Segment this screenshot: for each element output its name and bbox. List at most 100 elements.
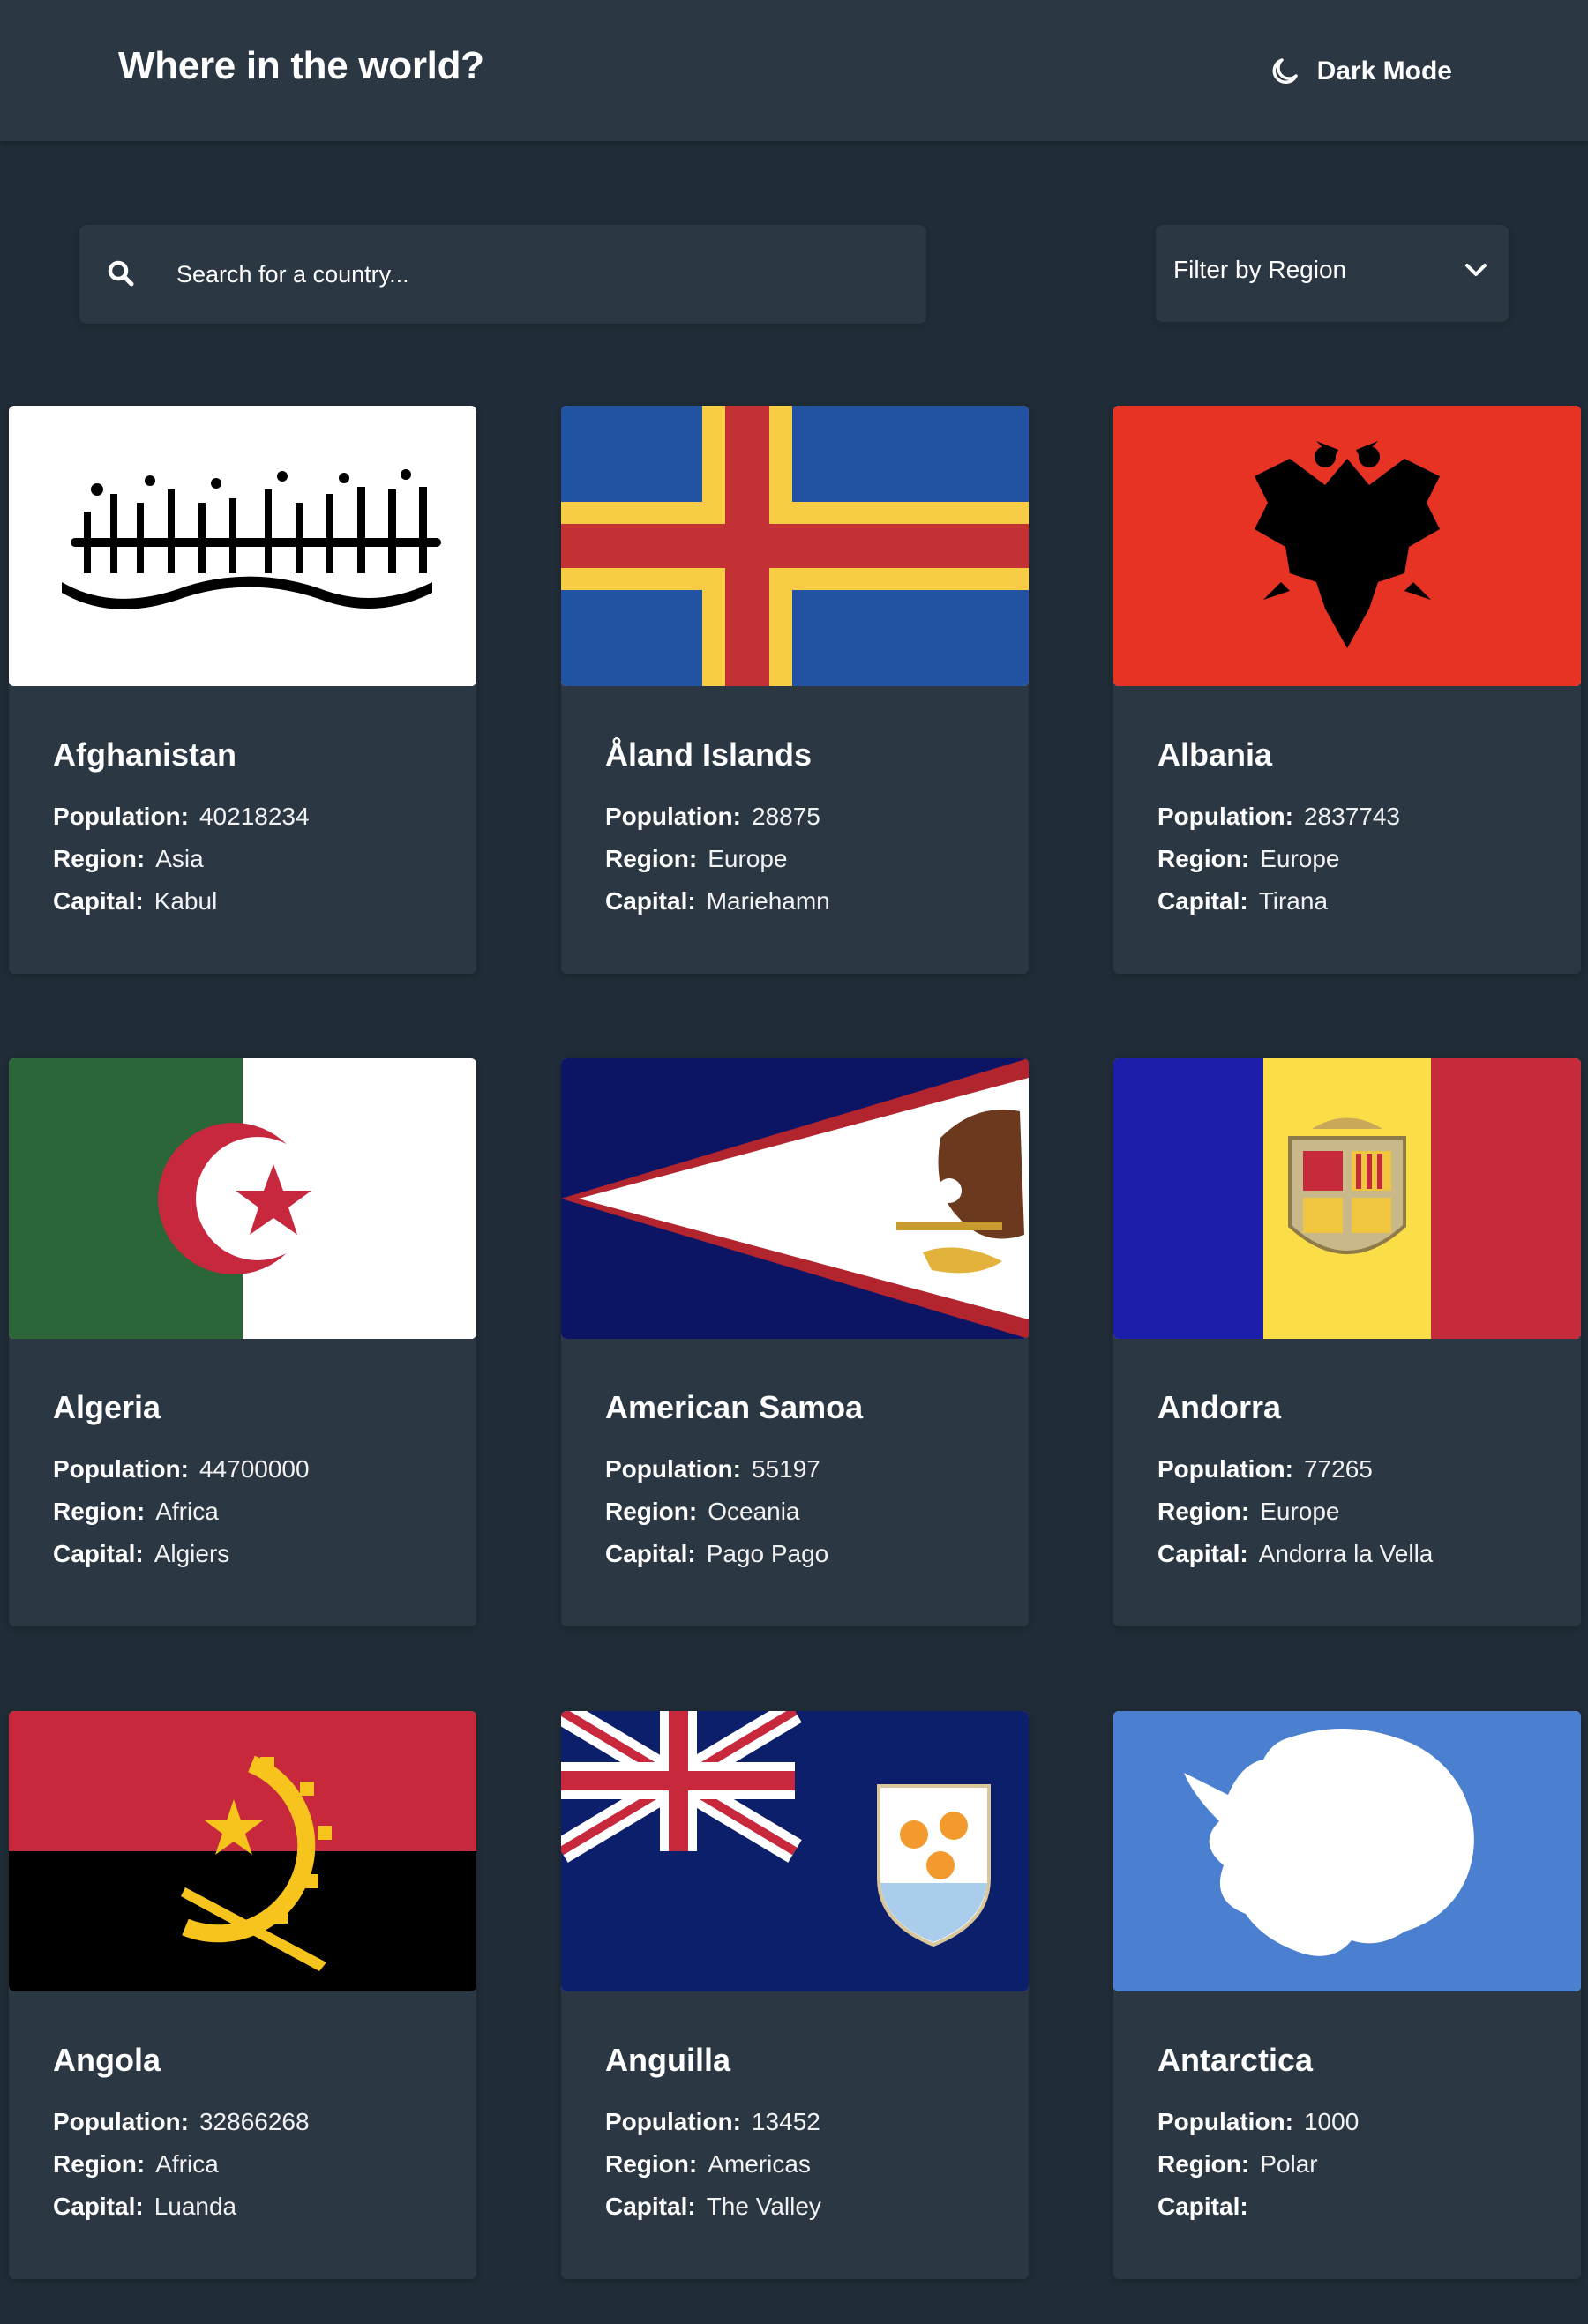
capital-row: Capital: <box>1157 2193 1259 2221</box>
population-row: Population: 28875 <box>605 803 820 831</box>
capital-label: Capital: <box>605 887 696 915</box>
capital-value: Algiers <box>154 1540 230 1567</box>
population-row: Population: 1000 <box>1157 2108 1359 2136</box>
country-card[interactable]: Albania Population: 2837743 Region: Europe… <box>1113 406 1581 974</box>
population-label: Population: <box>1157 2108 1293 2135</box>
country-card[interactable]: Angola Population: 32866268 Region: Africa… <box>9 1711 476 2279</box>
capital-row: Capital: Luanda <box>53 2193 236 2221</box>
flag-algeria <box>9 1058 476 1339</box>
population-row: Population: 55197 <box>605 1455 820 1483</box>
region-row: Region: Europe <box>1157 845 1340 873</box>
population-value: 1000 <box>1303 2108 1360 2135</box>
region-row: Region: Oceania <box>605 1498 800 1526</box>
capital-row: Capital: Andorra la Vella <box>1157 1540 1433 1568</box>
capital-value: Andorra la Vella <box>1258 1540 1434 1567</box>
country-card[interactable]: Åland Islands Population: 28875 Region: Eu… <box>561 406 1029 974</box>
population-value: 2837743 <box>1303 803 1400 830</box>
country-card[interactable]: Antarctica Population: 1000 Region: Polar … <box>1113 1711 1581 2279</box>
capital-row: Capital: Tirana <box>1157 887 1328 915</box>
region-row: Region: Africa <box>53 2150 219 2178</box>
country-name: Antarctica <box>1157 2042 1314 2078</box>
country-card[interactable]: Algeria Population: 44700000 Region: Afric… <box>9 1058 476 1626</box>
dark-mode-toggle[interactable]: Dark Mode <box>1271 51 1452 92</box>
country-name: Albania <box>1157 736 1273 773</box>
region-value: Europe <box>1260 1498 1340 1525</box>
country-name: Algeria <box>53 1389 161 1425</box>
population-label: Population: <box>605 803 741 830</box>
capital-value: Mariehamn <box>706 887 830 915</box>
region-label: Region: <box>53 2150 146 2178</box>
population-value: 77265 <box>1303 1455 1373 1483</box>
capital-label: Capital: <box>1157 887 1248 915</box>
capital-label: Capital: <box>605 1540 696 1567</box>
capital-value: The Valley <box>706 2193 821 2220</box>
region-label: Region: <box>605 1498 698 1525</box>
population-value: 44700000 <box>198 1455 310 1483</box>
capital-row: Capital: Kabul <box>53 887 217 915</box>
country-name: Åland Islands <box>605 736 813 773</box>
country-card[interactable]: Andorra Population: 77265 Region: Europe C… <box>1113 1058 1581 1626</box>
region-label: Region: <box>53 845 146 872</box>
region-value: Americas <box>708 2150 811 2178</box>
flag-antarctica <box>1113 1711 1581 1991</box>
capital-value: Kabul <box>154 887 218 915</box>
capital-label: Capital: <box>1157 2193 1248 2220</box>
population-value: 28875 <box>751 803 820 830</box>
capital-label: Capital: <box>53 887 144 915</box>
region-row: Region: Americas <box>605 2150 811 2178</box>
search-icon <box>106 258 136 293</box>
capital-label: Capital: <box>53 1540 144 1567</box>
region-label: Region: <box>1157 2150 1250 2178</box>
country-card[interactable]: American Samoa Population: 55197 Region: O… <box>561 1058 1029 1626</box>
country-card[interactable]: Anguilla Population: 13452 Region: America… <box>561 1711 1029 2279</box>
region-value: Europe <box>1260 845 1340 872</box>
flag-aland-islands <box>561 406 1029 686</box>
country-name: American Samoa <box>605 1389 864 1425</box>
flag-angola <box>9 1711 476 1991</box>
region-value: Asia <box>155 845 204 872</box>
region-label: Region: <box>605 845 698 872</box>
capital-row: Capital: Mariehamn <box>605 887 830 915</box>
capital-value: Luanda <box>154 2193 237 2220</box>
search-input[interactable] <box>176 225 882 324</box>
region-filter-select[interactable]: Filter by Region <box>1156 225 1509 322</box>
region-value: Polar <box>1260 2150 1318 2178</box>
population-value: 55197 <box>751 1455 820 1483</box>
capital-row: Capital: The Valley <box>605 2193 821 2221</box>
flag-albania <box>1113 406 1581 686</box>
population-label: Population: <box>1157 1455 1293 1483</box>
country-name: Angola <box>53 2042 161 2078</box>
population-label: Population: <box>1157 803 1293 830</box>
capital-label: Capital: <box>53 2193 144 2220</box>
capital-label: Capital: <box>605 2193 696 2220</box>
population-row: Population: 2837743 <box>1157 803 1400 831</box>
population-row: Population: 77265 <box>1157 1455 1373 1483</box>
capital-row: Capital: Pago Pago <box>605 1540 828 1568</box>
population-value: 32866268 <box>198 2108 310 2135</box>
region-value: Oceania <box>708 1498 800 1525</box>
search-box <box>79 225 926 324</box>
moon-icon <box>1271 58 1298 85</box>
flag-andorra <box>1113 1058 1581 1339</box>
capital-value: Tirana <box>1258 887 1329 915</box>
filter-label: Filter by Region <box>1173 256 1347 283</box>
population-value: 13452 <box>751 2108 820 2135</box>
flag-american-samoa <box>561 1058 1029 1339</box>
flag-afghanistan <box>9 406 476 686</box>
flag-anguilla <box>561 1711 1029 1991</box>
region-label: Region: <box>53 1498 146 1525</box>
population-row: Population: 32866268 <box>53 2108 310 2136</box>
country-name: Andorra <box>1157 1389 1282 1425</box>
country-card[interactable]: Afghanistan Population: 40218234 Region: A… <box>9 406 476 974</box>
site-header: Where in the world? Dark Mode <box>0 0 1588 141</box>
region-row: Region: Africa <box>53 1498 219 1526</box>
capital-value: Pago Pago <box>706 1540 829 1567</box>
region-label: Region: <box>1157 1498 1250 1525</box>
region-row: Region: Asia <box>53 845 204 873</box>
chevron-down-icon <box>1464 262 1487 282</box>
region-row: Region: Polar <box>1157 2150 1318 2178</box>
country-name: Anguilla <box>605 2042 730 2078</box>
region-label: Region: <box>605 2150 698 2178</box>
population-label: Population: <box>53 803 189 830</box>
region-value: Africa <box>155 1498 219 1525</box>
